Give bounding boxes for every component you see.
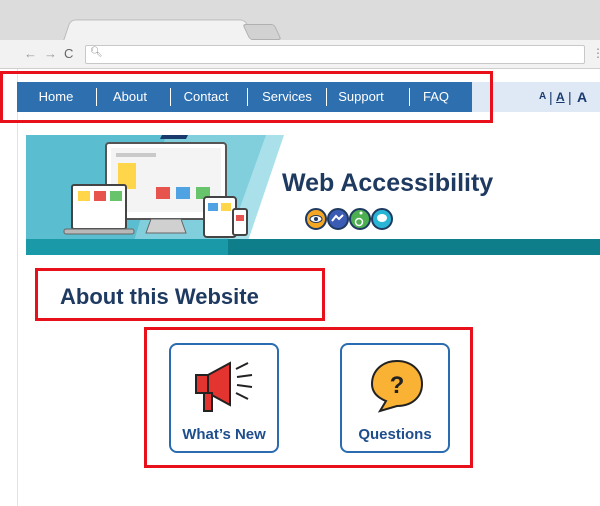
heading-highlight-box [35, 268, 325, 321]
brain-icon [371, 208, 393, 230]
sign-language-icon [327, 208, 349, 230]
cards-highlight-box [144, 327, 473, 468]
wheelchair-icon [349, 208, 371, 230]
eye-icon [305, 208, 327, 230]
forward-arrow-icon[interactable]: → [44, 46, 57, 62]
more-vert-icon[interactable]: ⋮ [592, 46, 600, 60]
font-size-small-button[interactable]: A [539, 82, 546, 112]
reload-icon[interactable]: C [64, 46, 73, 62]
address-bar[interactable]: 🔍︎ [85, 45, 585, 64]
hero-banner: Web Accessibility [26, 135, 600, 255]
navbar-highlight-box [0, 71, 493, 123]
new-tab-button[interactable] [242, 24, 282, 40]
font-size-divider: | [568, 89, 572, 105]
magnifier-icon: 🔍︎ [90, 47, 103, 58]
banner-title: Web Accessibility [282, 169, 493, 197]
back-arrow-icon[interactable]: ← [24, 46, 37, 62]
font-size-medium-button[interactable]: A [556, 82, 565, 112]
font-size-divider: | [549, 89, 553, 105]
font-size-large-button[interactable]: A [577, 82, 587, 112]
banner-bottom-bar-dark [228, 239, 600, 255]
